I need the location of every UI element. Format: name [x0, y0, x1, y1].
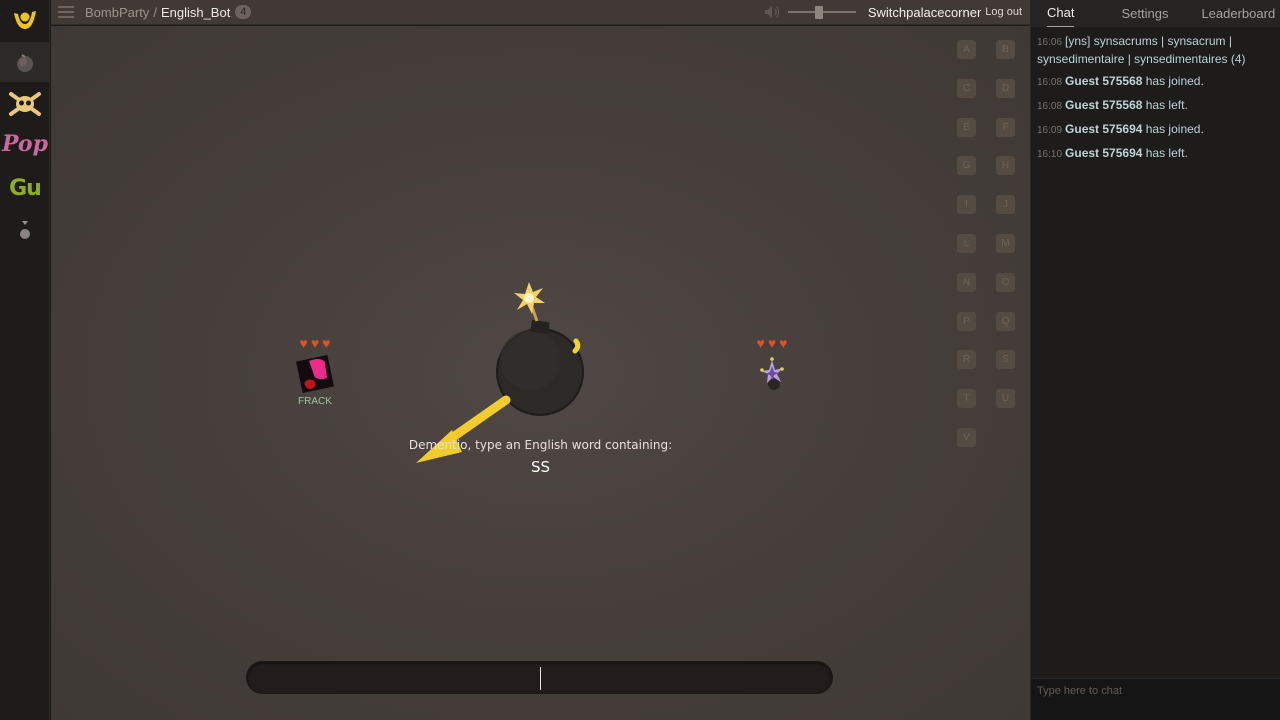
letter-tile: H [996, 156, 1015, 176]
lives: ♥ ♥ ♥ [737, 336, 807, 350]
heart-icon: ♥ [756, 335, 765, 351]
message-time: 16:06 [1037, 37, 1063, 48]
breadcrumb-game[interactable]: BombParty [85, 5, 149, 20]
letter-tile: O [996, 272, 1015, 292]
letter-tile: M [996, 234, 1015, 253]
volume-icon[interactable] [764, 5, 782, 19]
letter-tile: P [957, 311, 976, 331]
message-author[interactable]: Guest 575694 [1065, 146, 1146, 160]
turn-arrow-icon [416, 395, 511, 463]
chat-input[interactable]: Type here to chat [1031, 678, 1280, 720]
letter-tile: I [957, 195, 976, 215]
letter-tile: E [957, 117, 976, 137]
letter-tile: F [996, 117, 1015, 137]
player-name: FRACK [298, 396, 332, 407]
username: Switchpalacecorner [867, 4, 982, 20]
tab-leaderboard[interactable]: Leaderboard [1201, 6, 1275, 27]
heart-icon: ♥ [299, 335, 308, 351]
message-author[interactable]: Guest 575568 [1065, 74, 1146, 88]
letter-tile: B [996, 40, 1015, 59]
bomb-graphic [416, 282, 584, 463]
player-avatar [295, 354, 335, 394]
app-root: Pop Gu BombParty / English_Bot 4 Switchp… [0, 0, 1280, 720]
letter-tile: A [957, 40, 976, 59]
lives: ♥ ♥ ♥ [280, 336, 350, 350]
tab-chat[interactable]: Chat [1047, 5, 1075, 27]
chat-message: 16:08 Guest 575568 has left. [1037, 97, 1274, 115]
chat-message: 16:06 [yns] synsacrums | synsacrum | syns… [1037, 33, 1274, 67]
jklm-logo-icon [14, 11, 36, 29]
panel-tabs: Chat Settings Leaderboard [1031, 0, 1280, 27]
message-time: 16:08 [1037, 77, 1063, 88]
message-text: has left. [1145, 146, 1188, 160]
sidebar-item-gu[interactable]: Gu [0, 168, 50, 208]
chat-message: 16:09 Guest 575694 has joined. [1037, 121, 1274, 139]
letter-tile: G [957, 156, 976, 176]
hamburger-line [58, 16, 74, 18]
avatar-image [760, 357, 784, 390]
breadcrumb-room: English_Bot [160, 4, 231, 20]
bomb-icon [496, 303, 584, 416]
heart-icon: ♥ [767, 335, 777, 351]
letter-tile: S [996, 350, 1015, 370]
avatar-image [296, 355, 334, 393]
games-sidebar: Pop Gu [0, 0, 50, 720]
home-logo-button[interactable] [0, 0, 50, 40]
sidebar-item-bombparty[interactable] [0, 42, 50, 82]
sidebar-item-more[interactable] [0, 210, 50, 250]
heart-icon: ♥ [779, 335, 788, 351]
bomb-icon [17, 54, 33, 72]
hamburger-icon [58, 6, 74, 8]
message-text: [yns] synsacrums | synsacrum | synsedime… [1037, 34, 1246, 66]
menu-button[interactable] [53, 0, 79, 25]
top-bar: BombParty / English_Bot 4 Switchpalaceco… [51, 0, 1030, 25]
text-caret [540, 667, 541, 690]
message-time: 16:08 [1037, 101, 1063, 112]
letter-tile: Q [996, 311, 1015, 331]
letter-tile: T [957, 389, 976, 409]
sidebar-item-popsauce[interactable]: Pop [0, 124, 50, 164]
volume-thumb[interactable] [814, 6, 823, 19]
heart-icon: ♥ [310, 335, 320, 351]
tab-settings[interactable]: Settings [1121, 6, 1168, 27]
chat-message: 16:10 Guest 575694 has left. [1037, 145, 1274, 163]
sidebar-item-masterpiece[interactable] [0, 84, 50, 124]
letter-tile: U [996, 389, 1015, 409]
letter-tile: D [996, 78, 1015, 98]
message-text: has left. [1145, 98, 1188, 112]
skull-crossbones-icon [9, 92, 41, 116]
logout-link[interactable]: Log out [985, 6, 1022, 18]
player-seat: ♥ ♥ ♥ FRACK [280, 336, 350, 407]
heart-icon: ♥ [322, 335, 331, 351]
turn-prompt: Dementio, type an English word containin… [408, 438, 673, 452]
message-time: 16:10 [1037, 149, 1063, 160]
game-area: ABCDEFGHIJLMNOPQRSTUV ♥♥♥ FRACK ♥♥♥ [51, 26, 1030, 720]
fuse-spark-icon [514, 282, 545, 314]
word-input[interactable] [246, 661, 833, 694]
message-author[interactable]: Guest 575694 [1065, 122, 1146, 136]
chat-message: 16:08 Guest 575568 has joined. [1037, 73, 1274, 91]
letter-tile: C [957, 78, 976, 98]
more-games-icon [20, 221, 30, 239]
syllable: SS [530, 458, 551, 476]
chat-log: 16:06 [yns] synsacrums | synsacrum | syns… [1031, 27, 1280, 163]
side-panel: Chat Settings Leaderboard 16:06 [yns] syn… [1030, 0, 1280, 720]
player-count-badge: 4 [235, 5, 252, 19]
player-seat: ♥ ♥ ♥ [737, 336, 807, 396]
message-text: has joined. [1145, 122, 1204, 136]
letter-tile: J [996, 195, 1015, 215]
letter-tile: R [957, 350, 976, 370]
popsauce-label: Pop [1, 131, 48, 157]
letter-tile: L [957, 234, 976, 253]
breadcrumb-separator: / [153, 4, 157, 20]
hamburger-line [58, 11, 74, 13]
player-avatar [752, 354, 792, 394]
gu-label: Gu [9, 175, 42, 201]
volume-slider[interactable] [787, 5, 856, 19]
letter-tile: N [957, 272, 976, 292]
message-time: 16:09 [1037, 125, 1063, 136]
message-text: has joined. [1145, 74, 1204, 88]
message-author[interactable]: Guest 575568 [1065, 98, 1146, 112]
